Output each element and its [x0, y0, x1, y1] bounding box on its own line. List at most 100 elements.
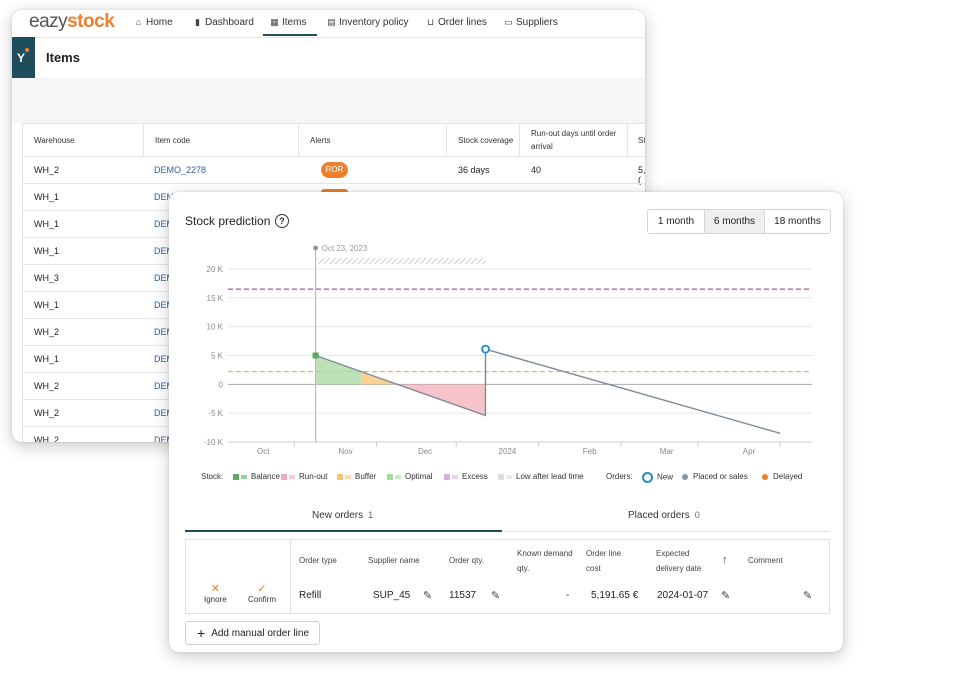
x-tick-label: Feb	[583, 447, 597, 456]
warehouse-cell: WH_1	[34, 192, 60, 202]
column-header-order-type[interactable]: Order type	[299, 540, 337, 581]
balance-swatch	[233, 473, 239, 480]
edit-comment-pencil-icon[interactable]: ✎	[803, 589, 812, 602]
lead-time-hatch	[317, 258, 486, 264]
new-orders-table: Order type Supplier name Order qty. Know…	[185, 539, 830, 614]
filter-active-dot	[25, 48, 29, 52]
y-tick-label: 5 K	[211, 352, 224, 361]
balance-line	[315, 348, 781, 435]
x-tick-label: Apr	[743, 447, 756, 456]
nav-inventory-policy[interactable]: ▤ Inventory policy	[326, 16, 408, 29]
legend-new: New	[642, 472, 673, 483]
low-after-lead-time-swatch	[498, 473, 504, 480]
y-tick-label: 20 K	[207, 265, 224, 274]
edit-delivery-pencil-icon[interactable]: ✎	[721, 589, 730, 602]
column-header-known-demand-qty[interactable]: Known demand qty.	[517, 540, 573, 581]
warehouse-cell: WH_1	[34, 219, 60, 229]
new-order-marker	[481, 344, 490, 354]
check-icon: ✓	[257, 583, 267, 595]
tab-divider	[502, 531, 830, 532]
filter-button[interactable]: Y	[12, 37, 35, 78]
edit-qty-pencil-icon[interactable]: ✎	[491, 589, 500, 602]
tab-placed-orders[interactable]: Placed orders 0	[628, 510, 700, 521]
x-tick-label: Oct	[257, 447, 270, 456]
y-tick-label: -5 K	[208, 409, 223, 418]
column-header-supplier-name[interactable]: Supplier name	[368, 540, 420, 581]
stock-coverage-cell: 36 days	[458, 165, 490, 175]
x-tick-label: Mar	[660, 447, 674, 456]
delivery-date-cell: 2024-01-07	[657, 590, 709, 601]
supplier-cell: SUP_45	[373, 590, 411, 601]
logo[interactable]: eazystock	[29, 11, 115, 33]
x-tick-label: Dec	[418, 447, 432, 456]
nav-home[interactable]: ⌂ Home	[133, 16, 173, 29]
column-header-order-qty[interactable]: Order qty.	[449, 540, 484, 581]
ignore-button[interactable]: ✕ Ignore	[204, 583, 227, 604]
delayed-order-dot-icon	[762, 473, 768, 480]
warehouse-cell: WH_2	[34, 327, 60, 337]
stock-prediction-window: Stock prediction ? 1 month 6 months 18 m…	[169, 192, 843, 652]
stock-prediction-chart: 20 K 15 K 10 K 5 K 0 -5 K -10 K Oct Nov Dec 2024 Fe…	[204, 244, 812, 456]
edit-supplier-pencil-icon[interactable]: ✎	[423, 589, 432, 602]
legend-low-after-lead-time: Low after lead time	[498, 472, 584, 481]
warehouse-cell: WH_2	[34, 435, 60, 442]
nav-active-indicator	[263, 34, 317, 36]
placed-order-dot-icon	[682, 473, 688, 480]
legend-placed-or-sales: Placed or sales	[682, 472, 748, 481]
y-tick-label: 10 K	[207, 323, 224, 332]
row-divider	[23, 183, 645, 184]
sort-ascending-icon[interactable]: ↑	[722, 540, 728, 581]
column-header-order-line-cost[interactable]: Order line cost	[586, 540, 636, 581]
page-title: Items	[46, 50, 80, 65]
legend-balance: Balance	[233, 472, 280, 481]
new-order-ring-icon	[642, 472, 653, 483]
column-header-comment[interactable]: Comment	[748, 540, 783, 581]
warehouse-cell: WH_2	[34, 381, 60, 391]
nav-items[interactable]: ▦ Items	[269, 16, 306, 29]
column-header-item-code[interactable]: Item code	[144, 124, 299, 156]
warehouse-cell: WH_3	[34, 273, 60, 283]
toolbar-area	[12, 78, 645, 123]
confirm-button[interactable]: ✓ Confirm	[248, 583, 276, 604]
active-tab-indicator	[185, 530, 502, 532]
column-header-alerts[interactable]: Alerts	[299, 124, 447, 156]
column-header-stock-balance[interactable]: St ba	[628, 124, 645, 156]
y-tick-label: 0	[219, 380, 224, 389]
truck-icon: ▭	[504, 17, 513, 27]
legend-stock-label: Stock:	[201, 472, 224, 481]
legend-run-out: Run-out	[281, 472, 327, 481]
y-tick-label: 15 K	[207, 294, 224, 303]
legend-buffer: Buffer	[337, 472, 376, 481]
today-date-label: Oct 23, 2023	[322, 244, 368, 253]
warehouse-cell: WH_1	[34, 300, 60, 310]
order-type-cell: Refill	[299, 590, 322, 601]
legend-excess: Excess	[444, 472, 488, 481]
warehouse-cell: WH_1	[34, 246, 60, 256]
plus-icon: +	[197, 625, 206, 641]
tab-new-orders[interactable]: New orders 1	[312, 510, 373, 521]
warehouse-cell: WH_2	[34, 165, 60, 175]
bar-chart-icon: ▮	[195, 17, 200, 27]
y-tick-label: -10 K	[204, 438, 224, 447]
column-header-runout-days[interactable]: Run-out days until order arrival	[520, 124, 628, 156]
nav-dashboard[interactable]: ▮ Dashboard	[192, 16, 254, 29]
nav-order-lines[interactable]: ⊔ Order lines	[425, 16, 487, 29]
known-demand-cell: -	[566, 590, 570, 601]
runout-days-cell: 40	[531, 165, 542, 175]
item-code-link[interactable]: DEMO_2278	[154, 165, 206, 175]
add-manual-order-line-button[interactable]: + Add manual order line	[185, 621, 320, 645]
today-marker-dot	[313, 245, 319, 251]
column-header-expected-delivery-date[interactable]: Expected delivery date	[656, 540, 712, 581]
policy-icon: ▤	[327, 17, 336, 27]
warehouse-cell: WH_2	[34, 408, 60, 418]
boxes-icon: ▦	[270, 17, 279, 27]
warehouse-cell: WH_1	[34, 354, 60, 364]
home-icon: ⌂	[135, 17, 142, 27]
legend-optimal: Optimal	[387, 472, 433, 481]
column-header-stock-coverage[interactable]: Stock coverage	[447, 124, 520, 156]
column-header-warehouse[interactable]: Warehouse	[23, 124, 144, 156]
x-tick-label: 2024	[499, 447, 517, 456]
nav-suppliers[interactable]: ▭ Suppliers	[503, 16, 557, 29]
legend-orders-label: Orders:	[606, 472, 633, 481]
order-cost-cell: 5,191.65 €	[591, 590, 639, 601]
